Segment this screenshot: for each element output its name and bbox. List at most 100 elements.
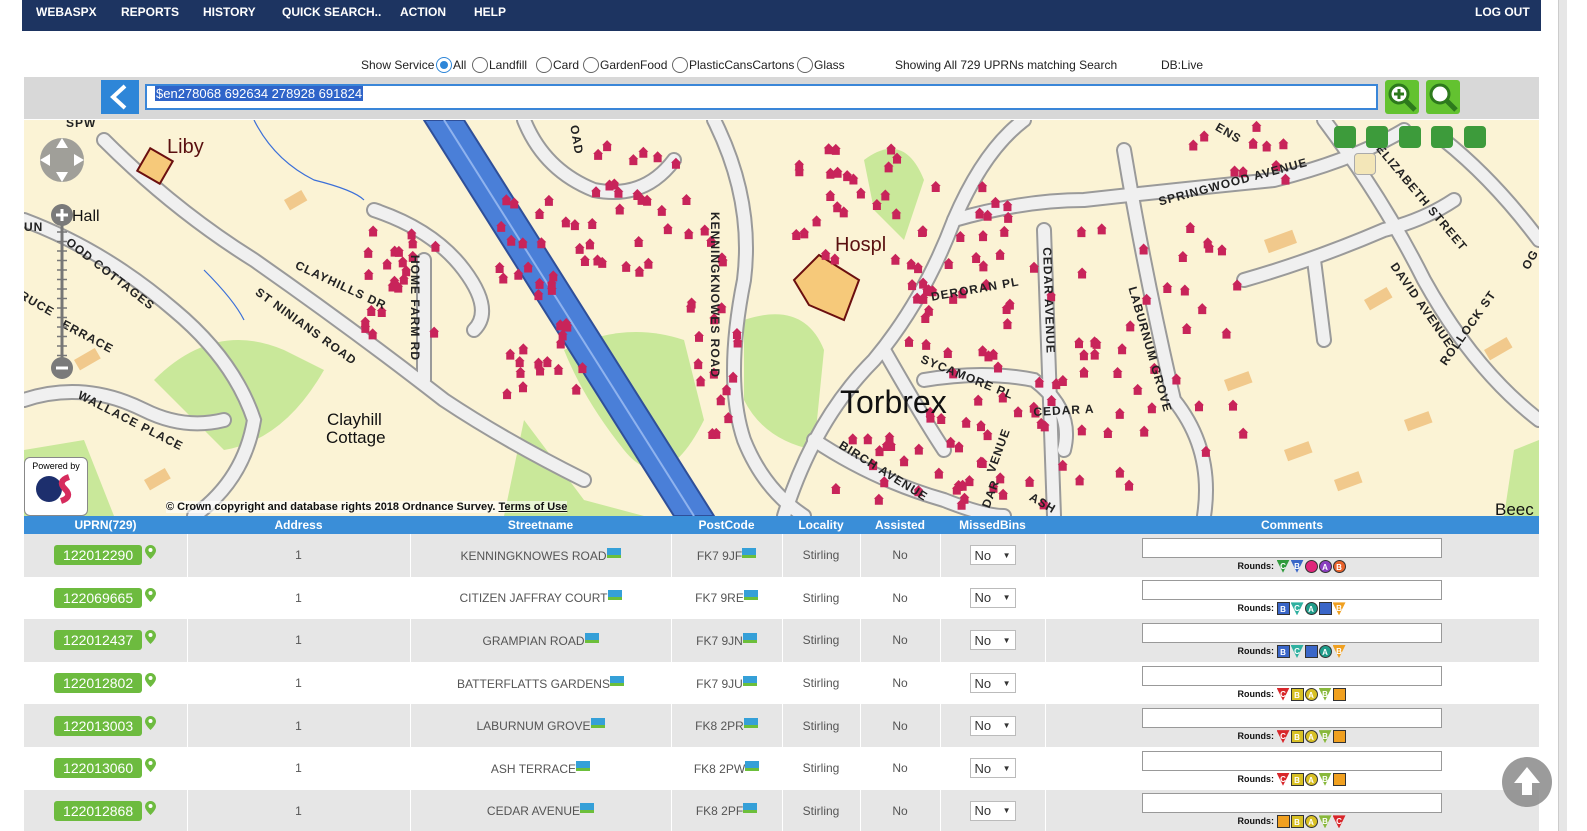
house-marker[interactable] bbox=[791, 228, 802, 240]
house-marker[interactable] bbox=[1074, 337, 1085, 349]
house-marker[interactable] bbox=[1013, 406, 1024, 418]
comment-field[interactable] bbox=[1142, 750, 1442, 771]
house-marker[interactable] bbox=[917, 226, 928, 238]
truck-tool-icon[interactable] bbox=[1398, 126, 1421, 148]
service-radio-gardenfood[interactable]: GardenFood bbox=[583, 56, 667, 74]
nav-webaspx[interactable]: WEBASPX bbox=[36, 5, 97, 19]
house-marker[interactable] bbox=[656, 204, 667, 216]
house-marker[interactable] bbox=[961, 416, 972, 428]
radio-button[interactable] bbox=[536, 57, 552, 73]
house-marker[interactable] bbox=[1278, 138, 1289, 150]
show-on-map-icon[interactable] bbox=[743, 590, 758, 601]
terms-of-use-link[interactable]: Terms of Use bbox=[499, 501, 568, 513]
missedbins-select[interactable]: No ▼ bbox=[969, 715, 1016, 736]
house-marker[interactable] bbox=[662, 223, 673, 235]
house-marker[interactable] bbox=[1078, 349, 1089, 361]
house-marker[interactable] bbox=[1132, 383, 1143, 395]
show-on-map-icon[interactable] bbox=[743, 718, 758, 729]
table-row[interactable]: 122069665 1 CITIZEN JAFFRAY COURT FK7 9R… bbox=[24, 576, 1539, 620]
missedbins-select[interactable]: No ▼ bbox=[969, 758, 1016, 779]
table-row[interactable]: 122013003 1 LABURNUM GROVE FK8 2PR Stirl… bbox=[24, 704, 1539, 747]
comment-field[interactable] bbox=[1142, 793, 1442, 814]
house-marker[interactable] bbox=[638, 146, 649, 158]
house-marker[interactable] bbox=[683, 228, 694, 240]
house-marker[interactable] bbox=[930, 180, 941, 192]
house-marker[interactable] bbox=[993, 361, 1004, 373]
uprn-badge[interactable]: 122069665 bbox=[54, 587, 143, 608]
house-marker[interactable] bbox=[1077, 267, 1088, 279]
house-marker[interactable] bbox=[363, 268, 374, 280]
house-marker[interactable] bbox=[1177, 250, 1188, 262]
house-marker[interactable] bbox=[999, 225, 1010, 237]
house-marker[interactable] bbox=[574, 242, 585, 254]
house-marker[interactable] bbox=[977, 345, 988, 357]
house-marker[interactable] bbox=[1078, 366, 1089, 378]
radio-button[interactable] bbox=[436, 57, 452, 73]
table-row[interactable]: 122012437 1 GRAMPIAN ROAD FK7 9JN Stirli… bbox=[24, 619, 1539, 662]
nav-history[interactable]: HISTORY bbox=[203, 5, 256, 19]
service-radio-card[interactable]: Card bbox=[536, 56, 579, 74]
house-marker[interactable] bbox=[1114, 466, 1125, 478]
house-marker[interactable] bbox=[1194, 400, 1205, 412]
zoom-to-add-button[interactable] bbox=[1385, 80, 1419, 114]
house-marker[interactable] bbox=[593, 148, 604, 160]
show-on-map-icon[interactable] bbox=[590, 718, 605, 729]
nav-reports[interactable]: REPORTS bbox=[121, 5, 179, 19]
house-marker[interactable] bbox=[953, 441, 964, 453]
house-marker[interactable] bbox=[602, 140, 613, 152]
table-row[interactable]: 122012290 1 KENNINGKNOWES ROAD FK7 9JF S… bbox=[24, 534, 1539, 577]
service-radio-glass[interactable]: Glass bbox=[797, 56, 845, 74]
show-on-map-icon[interactable] bbox=[743, 803, 758, 814]
house-marker[interactable] bbox=[862, 433, 873, 445]
house-marker[interactable] bbox=[825, 190, 836, 202]
house-marker[interactable] bbox=[1199, 130, 1210, 142]
show-on-map-icon[interactable] bbox=[742, 675, 757, 686]
house-marker[interactable] bbox=[1102, 426, 1113, 438]
house-marker[interactable] bbox=[614, 203, 625, 215]
col-header-address[interactable]: Address bbox=[187, 516, 410, 534]
house-marker[interactable] bbox=[498, 272, 509, 284]
map-pin-icon[interactable] bbox=[145, 715, 157, 730]
missedbins-select[interactable]: No ▼ bbox=[969, 587, 1016, 608]
map-zoom-slider[interactable] bbox=[49, 202, 75, 382]
table-row[interactable]: 122012802 1 BATTERFLATTS GARDENS FK7 9JU… bbox=[24, 661, 1539, 705]
house-marker[interactable] bbox=[873, 493, 884, 505]
house-marker[interactable] bbox=[621, 260, 632, 272]
nav-quick-search[interactable]: QUICK SEARCH.. bbox=[282, 5, 381, 19]
house-marker[interactable] bbox=[1197, 303, 1208, 315]
logout-link[interactable]: LOG OUT bbox=[1475, 5, 1530, 19]
col-header-locality[interactable]: Locality bbox=[782, 516, 860, 534]
col-header-uprn[interactable]: UPRN(729) bbox=[24, 516, 187, 534]
show-on-map-icon[interactable] bbox=[609, 675, 624, 686]
house-marker[interactable] bbox=[534, 208, 545, 220]
map-pin-icon[interactable] bbox=[145, 545, 157, 560]
house-marker[interactable] bbox=[890, 253, 901, 265]
house-marker[interactable] bbox=[942, 347, 953, 359]
table-row[interactable]: 122012868 1 CEDAR AVENUE FK8 2PF Stirlin… bbox=[24, 789, 1539, 831]
house-marker[interactable] bbox=[1228, 399, 1239, 411]
house-marker[interactable] bbox=[515, 366, 526, 378]
map-pan-control[interactable] bbox=[32, 130, 92, 190]
missedbins-select[interactable]: No ▼ bbox=[969, 673, 1016, 694]
house-marker[interactable] bbox=[633, 236, 644, 248]
comment-field[interactable] bbox=[1142, 622, 1442, 643]
show-on-map-icon[interactable] bbox=[584, 632, 599, 643]
house-marker[interactable] bbox=[1114, 407, 1125, 419]
page-scrollbar[interactable] bbox=[1558, 0, 1567, 831]
map-pin-icon[interactable] bbox=[145, 673, 157, 688]
scroll-to-top-button[interactable] bbox=[1502, 757, 1552, 807]
house-marker[interactable] bbox=[990, 196, 1001, 208]
house-marker[interactable] bbox=[494, 261, 505, 273]
col-header-streetname[interactable]: Streetname bbox=[410, 516, 671, 534]
uprn-badge[interactable]: 122012437 bbox=[54, 630, 143, 651]
map-pin-icon[interactable] bbox=[145, 758, 157, 773]
col-header-comments[interactable]: Comments bbox=[1045, 516, 1539, 534]
show-on-map-icon[interactable] bbox=[742, 632, 757, 643]
house-marker[interactable] bbox=[1216, 244, 1227, 256]
map-search-button[interactable] bbox=[1426, 80, 1460, 114]
service-radio-all[interactable]: All bbox=[436, 56, 466, 74]
show-on-map-icon[interactable] bbox=[742, 547, 757, 558]
comment-field[interactable] bbox=[1142, 580, 1442, 601]
col-header-assisted[interactable]: Assisted bbox=[860, 516, 940, 534]
layers-tool-icon[interactable] bbox=[1366, 126, 1389, 148]
